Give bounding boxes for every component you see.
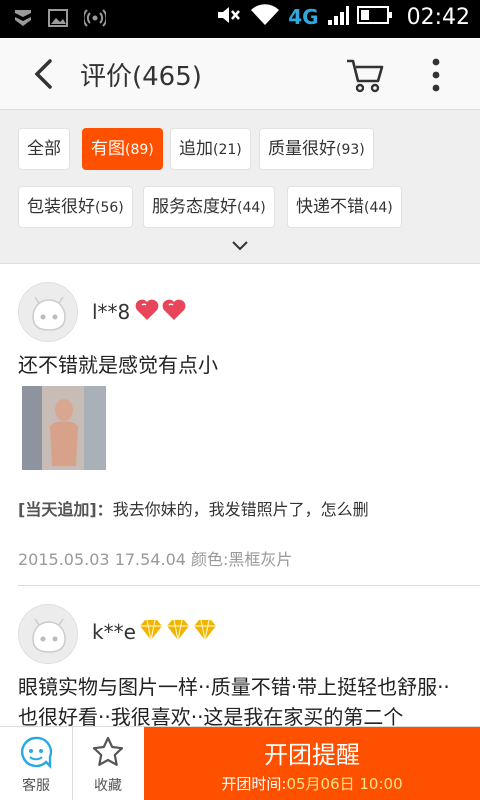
review-filter-panel: 全部 有图(89) 追加(21) 质量很好(93) 包装很好(56) 服务态度好… xyxy=(0,110,480,264)
default-avatar-icon xyxy=(32,618,66,653)
more-vertical-icon xyxy=(432,58,440,92)
filter-tag-fast-delivery[interactable]: 快递不错(44) xyxy=(287,186,402,228)
chevron-down-icon xyxy=(232,241,248,251)
network-type: 4G xyxy=(288,5,319,29)
filter-tag-good-service[interactable]: 服务态度好(44) xyxy=(143,186,275,228)
filter-tag-good-quality[interactable]: 质量很好(93) xyxy=(259,128,374,170)
group-buy-reminder-label: 开团提醒 xyxy=(264,741,360,769)
filter-tag-label: 追加 xyxy=(179,139,213,159)
filter-tag-label: 快递不错 xyxy=(296,197,364,217)
review-item: l**8 还不错就是感觉有点小 [当天追加]：我去你妹的，我发错照片了，怎么删 … xyxy=(0,264,480,586)
diamond-badge-icon xyxy=(194,619,216,641)
review-item: k**e 眼镜实物与图片一样··质量不错·带上挺轻也舒服··也很好看··我很喜欢… xyxy=(0,586,480,726)
filter-tag-count: (21) xyxy=(213,142,242,158)
mute-icon xyxy=(216,4,242,30)
review-photo-image xyxy=(22,386,106,470)
filter-tag-count: (93) xyxy=(336,142,365,158)
filter-tag-count: (44) xyxy=(364,200,393,216)
filter-tag-appended[interactable]: 追加(21) xyxy=(170,128,251,170)
favorite-button[interactable]: 收藏 xyxy=(72,727,144,800)
buyer-level-badges xyxy=(138,618,218,642)
avatar[interactable] xyxy=(18,604,78,664)
customer-service-button[interactable]: 客服 xyxy=(0,727,72,800)
review-list: l**8 还不错就是感觉有点小 [当天追加]：我去你妹的，我发错照片了，怎么删 … xyxy=(0,264,480,726)
wifi-icon xyxy=(250,4,280,30)
appended-text: 我去你妹的，我发错照片了，怎么删 xyxy=(112,500,369,519)
heart-badge-icon xyxy=(162,299,186,320)
customer-service-icon xyxy=(21,736,53,769)
customer-service-label: 客服 xyxy=(22,778,50,794)
filter-tag-with-photo[interactable]: 有图(89) xyxy=(82,128,163,170)
cart-icon xyxy=(347,59,384,93)
group-buy-time-value: 05月06日 10:00 xyxy=(286,775,403,793)
group-buy-time: 开团时间:05月06日 10:00 xyxy=(144,773,480,794)
filter-tag-count: (56) xyxy=(95,200,124,216)
cart-button[interactable] xyxy=(344,55,384,95)
filter-tag-count: (44) xyxy=(237,200,266,216)
review-meta: 2015.05.03 17.54.04 颜色:黑框灰片 xyxy=(18,550,293,569)
filter-tag-label: 有图 xyxy=(91,139,125,159)
clock: 02:42 xyxy=(406,4,470,30)
back-icon xyxy=(34,59,52,89)
heart-badge-icon xyxy=(135,299,159,320)
battery-icon xyxy=(356,4,393,30)
more-menu-button[interactable] xyxy=(424,56,448,94)
reviewer-name: l**8 xyxy=(92,300,131,324)
appended-label: [当天追加]： xyxy=(18,500,113,519)
review-text: 眼镜实物与图片一样··质量不错·带上挺轻也舒服··也很好看··我很喜欢··这是我… xyxy=(18,675,450,726)
group-buy-reminder-button[interactable]: 开团提醒 开团时间:05月06日 10:00 xyxy=(144,727,480,800)
appended-review: [当天追加]：我去你妹的，我发错照片了，怎么删 xyxy=(18,496,369,520)
filter-tag-label: 全部 xyxy=(27,139,61,159)
diamond-badge-icon xyxy=(167,619,189,641)
status-bar: 4G 02:42 xyxy=(0,0,480,38)
filter-tag-good-packaging[interactable]: 包装很好(56) xyxy=(18,186,133,228)
reviewer-name: k**e xyxy=(92,620,136,644)
page-title: 评价(465) xyxy=(80,62,202,92)
avatar[interactable] xyxy=(18,282,78,342)
filter-tag-label: 质量很好 xyxy=(268,139,336,159)
expand-filters-button[interactable] xyxy=(230,238,250,254)
app-header: 评价(465) xyxy=(0,38,480,110)
filter-tag-label: 包装很好 xyxy=(27,197,95,217)
filter-tag-label: 服务态度好 xyxy=(152,197,237,217)
buyer-level-badges xyxy=(134,298,187,322)
bottom-action-bar: 客服 收藏 开团提醒 开团时间:05月06日 10:00 xyxy=(0,726,480,800)
diamond-badge-icon xyxy=(140,619,162,641)
filter-tag-count: (89) xyxy=(125,142,154,158)
review-photo[interactable] xyxy=(22,386,106,470)
favorite-label: 收藏 xyxy=(94,778,122,794)
group-buy-time-label: 开团时间: xyxy=(221,775,287,793)
shield-notification-icon xyxy=(14,8,32,32)
default-avatar-icon xyxy=(32,296,66,331)
signal-icon xyxy=(327,4,349,30)
hotspot-notification-icon xyxy=(82,8,108,32)
back-button[interactable] xyxy=(28,58,60,90)
image-notification-icon xyxy=(48,9,68,31)
filter-tag-all[interactable]: 全部 xyxy=(18,128,70,170)
review-text: 还不错就是感觉有点小 xyxy=(18,353,218,377)
star-icon xyxy=(92,736,124,766)
